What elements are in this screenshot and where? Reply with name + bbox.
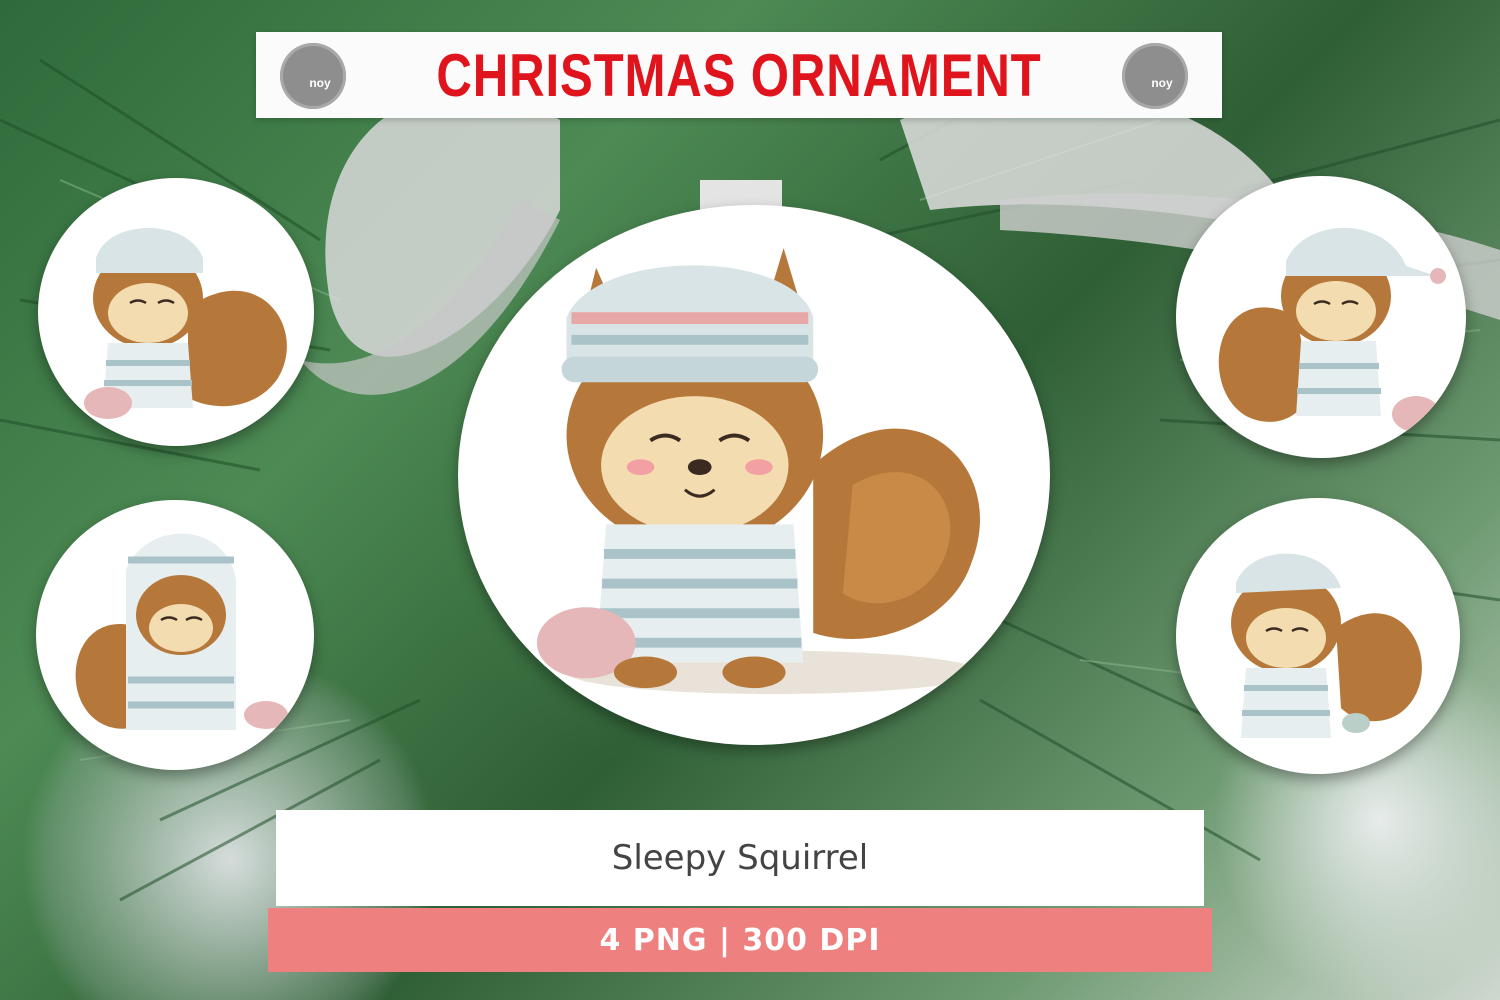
squirrel-illustration <box>536 248 981 695</box>
brand-logo-text: noy <box>1151 76 1173 90</box>
squirrel-illustration <box>1218 227 1446 432</box>
title-banner: noy CHRISTMAS ORNAMENT noy <box>256 32 1222 118</box>
info-bar: 4 PNG | 300 DPI <box>268 908 1212 972</box>
file-info: 4 PNG | 300 DPI <box>599 922 881 958</box>
product-name: Sleepy Squirrel <box>611 838 869 878</box>
brand-logo-right: noy <box>1122 43 1188 109</box>
squirrel-illustration <box>75 533 288 730</box>
brand-logo-left: noy <box>280 43 346 109</box>
ornament-top-left <box>38 178 314 446</box>
ornament-bottom-right <box>1176 498 1460 774</box>
ornament-bottom-left <box>36 500 314 770</box>
squirrel-illustration <box>84 228 287 419</box>
page-title: CHRISTMAS ORNAMENT <box>436 41 1042 109</box>
subtitle-panel: Sleepy Squirrel <box>276 810 1204 906</box>
main-ornament <box>458 205 1050 745</box>
squirrel-illustration <box>1231 553 1422 738</box>
ornament-top-right <box>1176 176 1466 458</box>
brand-logo-text: noy <box>309 76 331 90</box>
